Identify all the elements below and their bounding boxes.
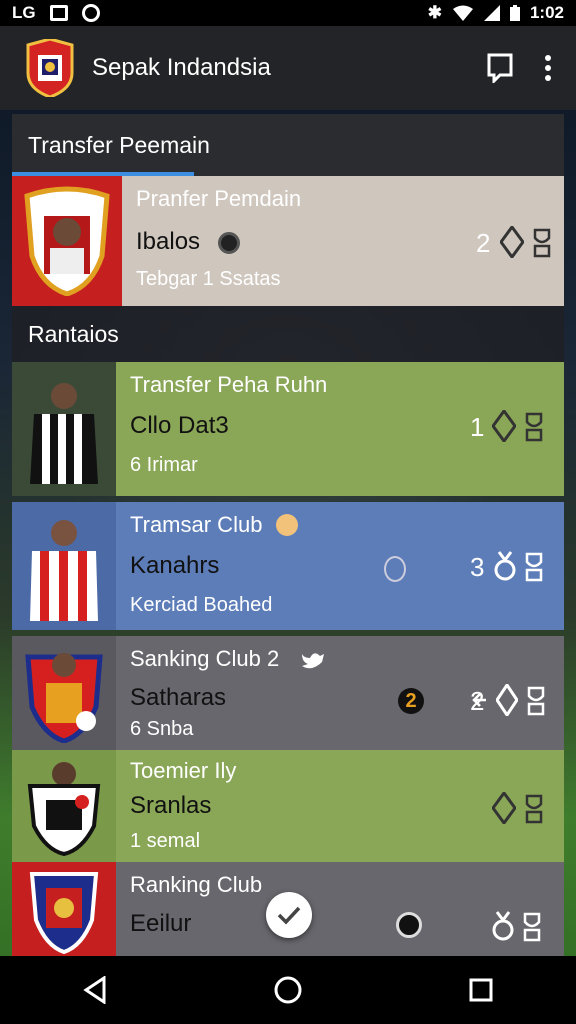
check-icon [277,906,301,925]
home-icon[interactable] [273,975,303,1005]
status-bar: LG ✱ 1:02 [0,0,576,26]
trophy-icon[interactable] [526,684,546,716]
player-thumbnail [12,862,116,956]
red-striped-jersey-icon [30,520,98,621]
card-subtitle: Tebgar 1 Ssatas [136,268,281,290]
trophy-icon[interactable] [524,792,544,824]
wifi-icon [452,5,473,21]
section-ranking-header: Rantaios [12,306,564,362]
more-vert-icon [545,55,551,81]
badge-2-icon: 2 [398,688,424,714]
emoji-icon [276,514,298,536]
recents-icon[interactable] [468,977,494,1003]
player-thumbnail [12,502,116,630]
overflow-menu-button[interactable] [544,54,552,82]
player-thumbnail [12,362,116,496]
rank-number: 1 [470,412,485,442]
signal-icon [483,5,500,21]
circle-icon[interactable] [384,556,406,582]
medal-icon[interactable] [492,910,514,942]
section-title: Transfer Peemain [28,131,210,158]
player-name: Ibalos [136,228,201,255]
check-fab-button[interactable] [266,892,312,938]
card-subtitle: Kerciad Boahed [130,594,273,616]
bookmark-button[interactable] [486,53,514,83]
list-item[interactable]: Transfer Peha Ruhn Cllo Dat3 6 Irimar 1 [12,362,564,496]
card-title: Sanking Club 2 [130,646,280,671]
trophy-icon[interactable] [522,910,542,942]
player-name: Satharas [130,684,227,711]
player-name: Kanahrs [130,552,220,579]
featured-transfer-card[interactable]: Pranfer Pemdain Ibalos Tebgar 1 Ssatas 2 [12,176,564,306]
player-thumbnail [12,176,122,306]
bluetooth-icon: ✱ [427,3,442,22]
diamond-icon[interactable] [496,684,518,716]
player-name: Cllo Dat3 [130,412,229,439]
card-subtitle: 6 Snba [130,718,194,740]
app-title: Sepak Indandsia [92,54,271,81]
player-thumbnail [12,750,116,862]
card-title: Transfer Peha Ruhn [130,372,328,397]
data-saver-icon [81,4,100,22]
card-title: Toemier Ily [130,758,237,783]
club-crest-icon [24,186,110,296]
diamond-icon[interactable] [492,792,516,824]
trophy-icon[interactable] [524,410,544,442]
section-transfer-header: Transfer Peemain [12,114,564,176]
club-crest-icon [25,653,103,743]
card-title: Ranking Club [130,872,263,897]
clock: 1:02 [529,3,564,22]
club-crest-icon [27,762,101,856]
section-title: Rantaios [28,320,119,347]
striped-jersey-icon [30,383,98,484]
club-logo-icon [26,39,74,97]
back-icon[interactable] [82,976,108,1004]
list-item[interactable]: Tramsar Club Kanahrs Kerciad Boahed 3 [12,502,564,630]
rank-number: 3 [470,552,485,582]
card-subtitle: 1 semal [130,830,201,852]
trophy-icon[interactable] [532,226,552,258]
list-item[interactable]: Toemier Ily Sranlas 1 semal [12,750,564,862]
bookmark-icon [487,53,513,83]
club-crest-icon [29,872,99,954]
medal-icon[interactable] [494,550,516,582]
stop-icon [49,5,68,21]
trophy-icon[interactable] [524,550,544,582]
back-arrow-icon[interactable] [472,684,488,716]
battery-icon [509,5,520,21]
lg-icon: LG [12,3,36,22]
player-thumbnail [12,636,116,750]
football-icon [218,232,240,254]
list-item[interactable]: Sanking Club 2 Satharas 6 Snba 2 2 [12,636,564,750]
player-name: Sranlas [130,792,212,819]
twitter-icon [302,653,324,669]
card-title: Pranfer Pemdain [136,186,302,211]
diamond-icon[interactable] [500,226,524,258]
diamond-icon[interactable] [492,410,516,442]
rank-number: 2 [476,228,491,258]
system-nav-bar [0,956,576,1024]
app-bar: Sepak Indandsia [0,26,576,110]
lock-icon[interactable] [396,912,422,938]
card-title: Tramsar Club [130,512,263,537]
card-subtitle: 6 Irimar [130,454,198,476]
player-name: Eeilur [130,910,192,937]
